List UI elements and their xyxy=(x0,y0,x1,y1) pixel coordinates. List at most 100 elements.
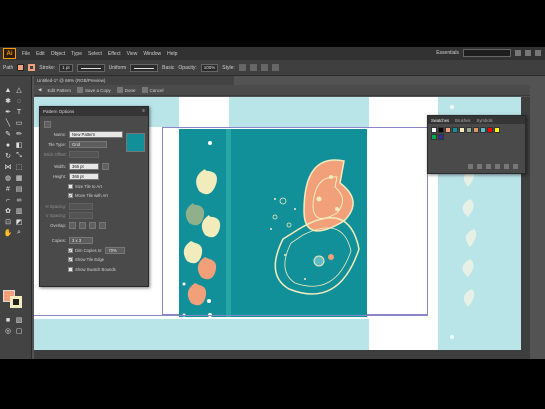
h-spacing-field[interactable] xyxy=(69,203,93,210)
panel-menu-icon[interactable]: ≡ xyxy=(142,108,145,114)
back-arrow-icon[interactable]: ◀ xyxy=(38,87,41,93)
dim-copies-checkbox[interactable]: ✓ Dim Copies to: xyxy=(68,248,102,253)
menu-type[interactable]: Type xyxy=(71,51,82,57)
new-color-group-icon[interactable] xyxy=(495,164,500,169)
screen-mode-icon[interactable]: ▢ xyxy=(15,327,23,335)
rotate-tool-icon[interactable]: ↻ xyxy=(4,152,12,160)
overlap-top-icon[interactable] xyxy=(89,222,96,229)
width-tool-icon[interactable]: ⋈ xyxy=(4,163,12,171)
blend-tool-icon[interactable]: ∞ xyxy=(15,196,23,204)
link-icon[interactable] xyxy=(102,163,109,170)
menu-select[interactable]: Select xyxy=(88,51,102,57)
swatch-chip[interactable] xyxy=(494,127,500,133)
move-tile-with-art-checkbox[interactable]: ✓ Move Tile with Art xyxy=(68,193,108,198)
mesh-tool-icon[interactable]: # xyxy=(4,185,12,193)
direct-selection-tool-icon[interactable]: △ xyxy=(15,86,23,94)
variable-width-profile[interactable] xyxy=(76,63,105,72)
size-tile-to-art-checkbox[interactable]: Size Tile to Art xyxy=(68,184,102,189)
lasso-tool-icon[interactable]: ◌ xyxy=(15,97,23,105)
show-swatch-bounds-checkbox[interactable]: Show Swatch Bounds xyxy=(68,267,116,272)
eyedropper-icon[interactable]: ⌐ xyxy=(4,196,12,204)
perspective-grid-icon[interactable]: ▦ xyxy=(15,174,23,182)
tile-type-select[interactable]: Grid xyxy=(69,141,107,148)
brick-offset-select[interactable] xyxy=(69,151,99,158)
tile-edit-tool-icon[interactable] xyxy=(44,121,51,128)
color-mode-icon[interactable]: ■ xyxy=(4,316,12,324)
document-tab[interactable]: Untitled-1* @ 66% (RGB/Preview) xyxy=(34,76,234,85)
swatch-chip[interactable] xyxy=(431,134,437,140)
draw-mode-icon[interactable]: ◎ xyxy=(4,327,12,335)
shape-builder-icon[interactable]: ◍ xyxy=(4,174,12,182)
v-spacing-field[interactable] xyxy=(69,212,93,219)
delete-swatch-icon[interactable] xyxy=(513,164,518,169)
selection-tool-icon[interactable]: ▲ xyxy=(4,86,12,94)
pattern-name-field[interactable]: New Pattern xyxy=(69,131,123,138)
cancel-button[interactable]: Cancel xyxy=(141,87,164,93)
menu-view[interactable]: View xyxy=(127,51,138,57)
scale-tool-icon[interactable]: ⤡ xyxy=(15,152,23,160)
slice-tool-icon[interactable]: ◩ xyxy=(15,218,23,226)
pen-tool-icon[interactable]: ✒ xyxy=(4,108,12,116)
magic-wand-icon[interactable]: ✱ xyxy=(4,97,12,105)
pattern-options-header[interactable]: Pattern Options xyxy=(40,107,148,116)
gradient-mode-icon[interactable]: ▧ xyxy=(15,316,23,324)
recolor-artwork-icon[interactable] xyxy=(249,64,257,71)
done-button[interactable]: Done xyxy=(116,87,136,93)
paintbrush-icon[interactable]: ✎ xyxy=(4,130,12,138)
workspace-switcher[interactable]: Essentials xyxy=(436,50,459,56)
brush-definition[interactable] xyxy=(130,63,159,72)
transform-icon[interactable] xyxy=(271,64,279,71)
opacity-field[interactable]: 100% xyxy=(200,63,219,72)
hand-tool-icon[interactable]: ✋ xyxy=(4,229,13,237)
menu-window[interactable]: Window xyxy=(143,51,161,57)
free-transform-icon[interactable]: ⬚ xyxy=(15,163,23,171)
save-copy-button[interactable]: Save a Copy xyxy=(76,87,111,93)
pencil-icon[interactable]: ✏ xyxy=(15,130,23,138)
swatch-chip[interactable] xyxy=(445,127,451,133)
swatch-chip[interactable] xyxy=(480,127,486,133)
menu-file[interactable]: File xyxy=(22,51,30,57)
tab-symbols[interactable]: Symbols xyxy=(477,118,493,123)
menu-edit[interactable]: Edit xyxy=(36,51,45,57)
copies-select[interactable]: 3 x 3 xyxy=(69,237,93,244)
zoom-tool-icon[interactable]: ⌕ xyxy=(15,229,23,237)
swatch-chip[interactable] xyxy=(466,127,472,133)
tab-swatches[interactable]: Swatches xyxy=(431,118,449,123)
blob-brush-icon[interactable]: ● xyxy=(4,141,12,149)
dim-copies-field[interactable]: 70% xyxy=(105,247,126,254)
rectangle-tool-icon[interactable]: ▭ xyxy=(15,119,23,127)
minimize-icon[interactable] xyxy=(515,50,521,56)
new-swatch-icon[interactable] xyxy=(504,164,509,169)
menu-effect[interactable]: Effect xyxy=(108,51,121,57)
horizontal-scrollbar[interactable] xyxy=(34,350,530,359)
stroke-color-swatch[interactable] xyxy=(10,296,22,308)
type-tool-icon[interactable]: T xyxy=(15,108,23,116)
swatch-chip[interactable] xyxy=(438,127,444,133)
search-input[interactable] xyxy=(463,49,511,57)
swatch-options-icon[interactable] xyxy=(486,164,491,169)
gradient-tool-icon[interactable]: ▤ xyxy=(15,185,23,193)
width-field[interactable]: 366 pt xyxy=(69,163,99,170)
menu-help[interactable]: Help xyxy=(167,51,177,57)
swatch-chip[interactable] xyxy=(459,127,465,133)
pattern-tile[interactable] xyxy=(179,129,367,317)
menu-object[interactable]: Object xyxy=(51,51,65,57)
swatch-chip[interactable] xyxy=(438,134,444,140)
artboard-tool-icon[interactable]: ⊡ xyxy=(4,218,12,226)
eraser-icon[interactable]: ◧ xyxy=(15,141,23,149)
height-field[interactable]: 366 pt xyxy=(69,173,99,180)
show-kinds-icon[interactable] xyxy=(477,164,482,169)
stroke-swatch[interactable] xyxy=(28,64,36,71)
maximize-icon[interactable] xyxy=(525,50,531,56)
swatch-chip[interactable] xyxy=(431,127,437,133)
stroke-weight-field[interactable]: 1 pt xyxy=(59,63,73,72)
show-tile-edge-checkbox[interactable]: ✓ Show Tile Edge xyxy=(68,257,104,262)
tab-brushes[interactable]: Brushes xyxy=(455,118,470,123)
swatch-libraries-icon[interactable] xyxy=(468,164,473,169)
graph-tool-icon[interactable]: ▥ xyxy=(15,207,23,215)
overlap-left-icon[interactable] xyxy=(69,222,76,229)
align-icon[interactable] xyxy=(260,64,268,71)
swatch-chip[interactable] xyxy=(487,127,493,133)
overlap-bottom-icon[interactable] xyxy=(99,222,106,229)
symbol-sprayer-icon[interactable]: ✿ xyxy=(4,207,12,215)
